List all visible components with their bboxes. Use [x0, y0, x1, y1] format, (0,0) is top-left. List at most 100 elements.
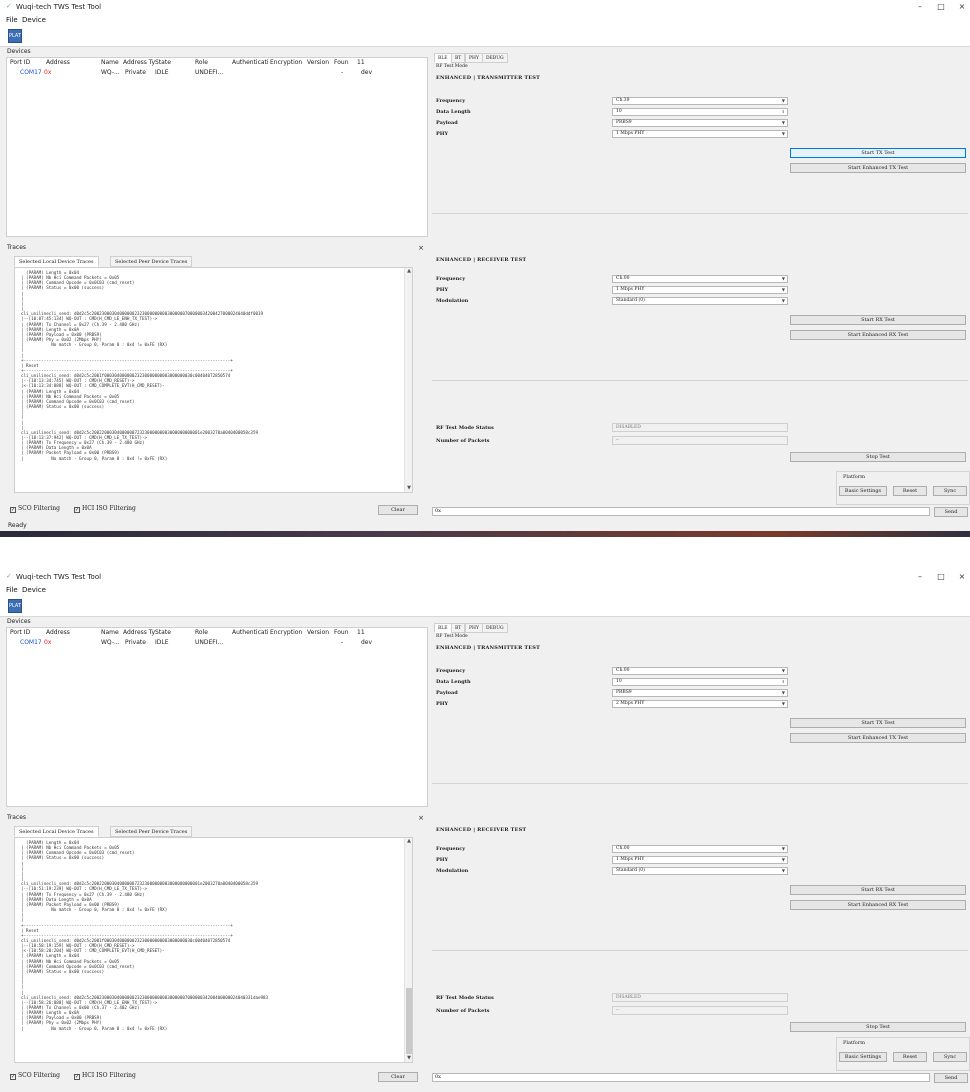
devices-table[interactable]: Port ID Address Name Address Ty State Ro…: [6, 627, 428, 807]
col-role[interactable]: Role: [195, 629, 208, 636]
close-button[interactable]: ×: [955, 572, 969, 582]
rx-phy-select[interactable]: 1 Mbps PHY ▼: [612, 856, 788, 864]
reset-button[interactable]: Reset: [893, 486, 927, 496]
tab-debug[interactable]: DEBUG: [482, 53, 508, 63]
chevron-down-icon: ▼: [781, 857, 785, 862]
menu-device[interactable]: Device: [22, 586, 46, 594]
tab-peer-traces[interactable]: Selected Peer Device Traces: [110, 826, 193, 837]
menu-file[interactable]: File: [6, 586, 18, 594]
tab-bt[interactable]: BT: [451, 53, 466, 63]
rx-phy-select[interactable]: 1 Mbps PHY ▼: [612, 286, 788, 294]
tab-peer-traces[interactable]: Selected Peer Device Traces: [110, 256, 193, 267]
tab-local-traces[interactable]: Selected Local Device Traces: [14, 826, 99, 837]
tab-ble[interactable]: BLE: [434, 53, 452, 63]
trace-scrollbar[interactable]: ▲ ▼: [404, 838, 412, 1062]
col-port-id[interactable]: Port ID: [10, 59, 30, 66]
chevron-down-icon[interactable]: ▼: [405, 485, 412, 492]
chevron-down-icon[interactable]: ▼: [405, 1055, 412, 1062]
menu-device[interactable]: Device: [22, 16, 46, 24]
start-tx-test-button[interactable]: Start TX Test: [790, 718, 966, 728]
maximize-button[interactable]: □: [934, 572, 948, 582]
col-state[interactable]: State: [155, 59, 171, 66]
send-button[interactable]: Send: [934, 507, 968, 517]
command-input[interactable]: 0x: [432, 1073, 930, 1082]
sync-button[interactable]: Sync: [933, 1052, 967, 1062]
close-icon[interactable]: ×: [418, 244, 424, 252]
platform-tool-button[interactable]: PLAT: [8, 29, 22, 43]
sco-filter-checkbox[interactable]: ✓ SCO Filtering: [10, 505, 60, 513]
col-state[interactable]: State: [155, 629, 171, 636]
tx-phy-select[interactable]: 2 Mbps PHY ▼: [612, 700, 788, 708]
platform-tool-button[interactable]: PLAT: [8, 599, 22, 613]
tab-local-traces[interactable]: Selected Local Device Traces: [14, 256, 99, 267]
clear-button[interactable]: Clear: [378, 1072, 418, 1082]
stop-test-button[interactable]: Stop Test: [790, 1022, 966, 1032]
payload-select[interactable]: PRBS9 ▼: [612, 119, 788, 127]
basic-settings-button[interactable]: Basic Settings: [839, 486, 887, 496]
chevron-up-icon[interactable]: ▲: [405, 838, 412, 845]
minimize-button[interactable]: –: [913, 572, 927, 582]
col-name[interactable]: Name: [101, 629, 119, 636]
clear-button[interactable]: Clear: [378, 505, 418, 515]
col-address-type[interactable]: Address Ty: [123, 59, 155, 66]
col-role[interactable]: Role: [195, 59, 208, 66]
start-rx-test-button[interactable]: Start RX Test: [790, 315, 966, 325]
col-found[interactable]: Foun: [334, 629, 349, 636]
modulation-select[interactable]: Standard (0) ▼: [612, 297, 788, 305]
col-encryption[interactable]: Encryption: [270, 59, 302, 66]
col-version[interactable]: Version: [307, 59, 329, 66]
tab-ble[interactable]: BLE: [434, 623, 452, 633]
start-enhanced-tx-test-button[interactable]: Start Enhanced TX Test: [790, 733, 966, 743]
rx-frequency-select[interactable]: Ch.00 ▼: [612, 845, 788, 853]
col-address[interactable]: Address: [46, 59, 70, 66]
col-version[interactable]: Version: [307, 629, 329, 636]
devices-table[interactable]: Port ID Address Name Address Ty State Ro…: [6, 57, 428, 237]
col-extra[interactable]: 11: [357, 629, 365, 636]
tx-phy-select[interactable]: 1 Mbps PHY ▼: [612, 130, 788, 138]
col-encryption[interactable]: Encryption: [270, 629, 302, 636]
tx-frequency-select[interactable]: Ch.39 ▼: [612, 97, 788, 105]
close-icon[interactable]: ×: [418, 814, 424, 822]
chevron-up-icon[interactable]: ▲: [405, 268, 412, 275]
col-extra[interactable]: 11: [357, 59, 365, 66]
menu-file[interactable]: File: [6, 16, 18, 24]
rx-frequency-select[interactable]: Ch.00 ▼: [612, 275, 788, 283]
data-length-stepper[interactable]: 10 ⇕: [612, 678, 788, 686]
hci-iso-filter-checkbox[interactable]: ✓ HCI ISO Filtering: [74, 1072, 136, 1080]
col-found[interactable]: Foun: [334, 59, 349, 66]
payload-select[interactable]: PRBS9 ▼: [612, 689, 788, 697]
scroll-thumb[interactable]: [406, 988, 412, 1054]
col-name[interactable]: Name: [101, 59, 119, 66]
stop-test-button[interactable]: Stop Test: [790, 452, 966, 462]
trace-scrollbar[interactable]: ▲ ▼: [404, 268, 412, 492]
close-button[interactable]: ×: [955, 2, 969, 12]
trace-log[interactable]: (PARAM) Length = 0x04 | (PARAM) Nb Hci C…: [14, 837, 413, 1063]
trace-log[interactable]: (PARAM) Length = 0x04 | (PARAM) Nb Hci C…: [14, 267, 413, 493]
sync-button[interactable]: Sync: [933, 486, 967, 496]
col-port-id[interactable]: Port ID: [10, 629, 30, 636]
col-authentication[interactable]: Authenticati: [232, 629, 269, 636]
minimize-button[interactable]: –: [913, 2, 927, 12]
tab-bt[interactable]: BT: [451, 623, 466, 633]
tab-debug[interactable]: DEBUG: [482, 623, 508, 633]
start-enhanced-tx-test-button[interactable]: Start Enhanced TX Test: [790, 163, 966, 173]
tab-phy[interactable]: PHY: [465, 623, 483, 633]
start-tx-test-button[interactable]: Start TX Test: [790, 148, 966, 158]
modulation-select[interactable]: Standard (0) ▼: [612, 867, 788, 875]
reset-button[interactable]: Reset: [893, 1052, 927, 1062]
col-address-type[interactable]: Address Ty: [123, 629, 155, 636]
start-enhanced-rx-test-button[interactable]: Start Enhanced RX Test: [790, 330, 966, 340]
basic-settings-button[interactable]: Basic Settings: [839, 1052, 887, 1062]
start-rx-test-button[interactable]: Start RX Test: [790, 885, 966, 895]
sco-filter-checkbox[interactable]: ✓ SCO Filtering: [10, 1072, 60, 1080]
hci-iso-filter-checkbox[interactable]: ✓ HCI ISO Filtering: [74, 505, 136, 513]
start-enhanced-rx-test-button[interactable]: Start Enhanced RX Test: [790, 900, 966, 910]
maximize-button[interactable]: □: [934, 2, 948, 12]
send-button[interactable]: Send: [934, 1073, 968, 1083]
tx-frequency-select[interactable]: Ch.00 ▼: [612, 667, 788, 675]
data-length-stepper[interactable]: 10 ⇕: [612, 108, 788, 116]
command-input[interactable]: 0x: [432, 507, 930, 516]
tab-phy[interactable]: PHY: [465, 53, 483, 63]
col-authentication[interactable]: Authenticati: [232, 59, 269, 66]
col-address[interactable]: Address: [46, 629, 70, 636]
